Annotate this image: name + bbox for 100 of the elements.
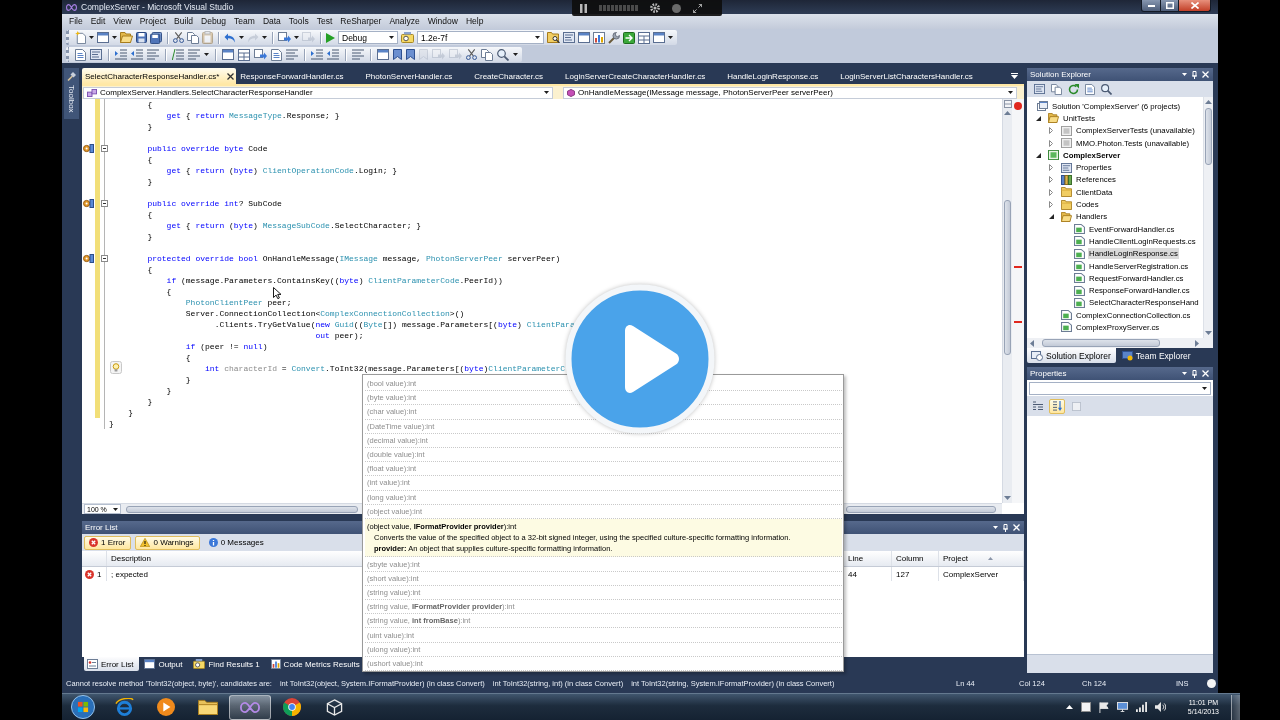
close-icon[interactable] bbox=[227, 72, 235, 80]
grid-window-icon[interactable] bbox=[238, 48, 250, 61]
up-arrow-icon[interactable] bbox=[1065, 705, 1073, 709]
configuration-dropdown[interactable]: Debug bbox=[338, 31, 398, 44]
monitor-icon[interactable] bbox=[1116, 702, 1128, 712]
collapsed-arrow-icon[interactable] bbox=[1049, 188, 1053, 196]
undo-icon[interactable] bbox=[224, 32, 236, 43]
lightbulb-icon[interactable] bbox=[110, 361, 122, 374]
collapsed-arrow-icon[interactable] bbox=[1049, 164, 1053, 172]
expanded-arrow-icon[interactable] bbox=[1036, 115, 1041, 121]
column-header[interactable]: Description bbox=[111, 554, 151, 563]
collapsed-arrow-icon[interactable] bbox=[1049, 139, 1053, 147]
taskbar-button[interactable] bbox=[229, 694, 271, 720]
indent-icon[interactable] bbox=[311, 49, 323, 60]
tab-list-icon[interactable] bbox=[1011, 73, 1018, 79]
caret-icon[interactable] bbox=[993, 526, 998, 529]
scroll-thumb[interactable] bbox=[1205, 108, 1212, 165]
down-arrow-icon[interactable] bbox=[1004, 496, 1011, 500]
document-tab[interactable]: SelectCharacterResponseHandler.cs* bbox=[82, 68, 237, 84]
settings-icon[interactable] bbox=[650, 3, 660, 13]
expanded-arrow-icon[interactable] bbox=[1049, 214, 1054, 220]
play-icon[interactable] bbox=[326, 32, 335, 43]
find-field[interactable]: 1.2e-7f bbox=[417, 31, 544, 44]
type-dropdown[interactable]: ComplexServer.Handlers.SelectCharacterResponseHandler bbox=[83, 86, 553, 99]
collapsed-arrow-icon[interactable] bbox=[1049, 201, 1053, 208]
pin-icon[interactable] bbox=[1003, 523, 1008, 532]
outdent-icon[interactable] bbox=[131, 49, 143, 60]
arrow-box-icon[interactable] bbox=[623, 31, 635, 44]
window-icon[interactable] bbox=[1080, 702, 1091, 712]
maximize-button[interactable] bbox=[1161, 0, 1179, 12]
caret-icon[interactable] bbox=[513, 53, 518, 56]
override-icon[interactable] bbox=[83, 254, 94, 263]
show-desktop-button[interactable] bbox=[1231, 694, 1240, 720]
speaker-icon[interactable] bbox=[1154, 702, 1166, 712]
document-tab[interactable]: ResponseForwardHandler.cs bbox=[236, 68, 362, 84]
menu-item[interactable]: Help bbox=[461, 14, 488, 29]
expanded-arrow-icon[interactable] bbox=[1036, 152, 1041, 158]
document-tab[interactable]: HandleLoginResponse.cs bbox=[723, 68, 837, 84]
comment-icon[interactable] bbox=[172, 49, 184, 60]
menu-item[interactable]: Team bbox=[230, 14, 259, 29]
down-arrow-icon[interactable] bbox=[1205, 331, 1212, 335]
left-arrow-icon[interactable] bbox=[1030, 339, 1034, 347]
pin-icon[interactable] bbox=[1192, 70, 1197, 79]
panel-tab[interactable]: Error List bbox=[84, 657, 140, 671]
save-icon[interactable] bbox=[136, 32, 147, 43]
caret-icon[interactable] bbox=[239, 36, 244, 39]
copy-icon[interactable] bbox=[187, 31, 199, 44]
panel-tab[interactable]: Solution Explorer bbox=[1027, 348, 1116, 363]
save-all-icon[interactable] bbox=[150, 31, 162, 44]
scrollbar[interactable] bbox=[1027, 338, 1213, 348]
menu-item[interactable]: Analyze bbox=[385, 14, 424, 29]
new-document-icon[interactable] bbox=[75, 31, 86, 44]
document-tab[interactable]: LoginServerListCharactersHandler.cs bbox=[836, 68, 991, 84]
menu-item[interactable]: Build bbox=[170, 14, 197, 29]
network-icon[interactable] bbox=[1135, 702, 1147, 712]
properties-icon[interactable] bbox=[90, 49, 102, 60]
fullscreen-icon[interactable] bbox=[693, 3, 702, 13]
column-header[interactable]: Line bbox=[848, 554, 864, 563]
grid-window-icon[interactable] bbox=[638, 31, 650, 44]
navigate-icon[interactable] bbox=[278, 32, 291, 43]
menu-item[interactable]: Tools bbox=[284, 14, 313, 29]
document-tab[interactable]: PhotonServerHandler.cs bbox=[361, 68, 471, 84]
menu-item[interactable]: Project bbox=[135, 14, 171, 29]
collapsed-arrow-icon[interactable] bbox=[1049, 127, 1053, 135]
menu-item[interactable]: Test bbox=[312, 14, 337, 29]
filter-button[interactable]: 1 Error bbox=[84, 535, 132, 550]
magnifier-icon[interactable] bbox=[497, 48, 509, 61]
bookmark-icon[interactable] bbox=[393, 49, 402, 60]
find-icon[interactable] bbox=[401, 32, 414, 43]
copy-icon[interactable] bbox=[481, 48, 493, 61]
start-button[interactable] bbox=[70, 695, 95, 719]
column-header[interactable]: Column bbox=[896, 554, 924, 563]
override-icon[interactable] bbox=[83, 144, 94, 153]
caret-icon[interactable] bbox=[294, 36, 299, 39]
scroll-thumb[interactable] bbox=[1042, 339, 1160, 347]
outdent-icon[interactable] bbox=[327, 49, 339, 60]
caret-icon[interactable] bbox=[89, 36, 94, 39]
filter-button[interactable]: 0 Messages bbox=[203, 535, 270, 550]
wrench-icon[interactable] bbox=[608, 31, 620, 44]
menu-item[interactable]: Data bbox=[258, 14, 285, 29]
refresh-icon[interactable] bbox=[1068, 83, 1079, 95]
document-icon[interactable] bbox=[271, 48, 282, 61]
caret-icon[interactable] bbox=[204, 53, 209, 56]
caret-icon[interactable] bbox=[112, 36, 117, 39]
collapse-icon[interactable] bbox=[101, 200, 108, 207]
circle-icon[interactable] bbox=[672, 3, 681, 13]
split-icon[interactable] bbox=[1003, 100, 1012, 108]
search-folder-icon[interactable] bbox=[547, 32, 560, 43]
stacked-documents-icon[interactable] bbox=[1051, 83, 1062, 95]
menu-item[interactable]: Edit bbox=[86, 14, 110, 29]
document-icon[interactable] bbox=[1085, 83, 1095, 95]
navigate-icon[interactable] bbox=[254, 49, 267, 60]
caret-icon[interactable] bbox=[668, 36, 673, 39]
flag-icon[interactable] bbox=[1098, 701, 1109, 713]
caret-icon[interactable] bbox=[262, 36, 267, 39]
panel-tab[interactable]: Find Results 1 bbox=[190, 657, 266, 671]
minimize-button[interactable] bbox=[1141, 0, 1161, 12]
menu-item[interactable]: ReSharper bbox=[336, 14, 386, 29]
scrollbar[interactable] bbox=[1203, 97, 1213, 338]
panel-tab[interactable]: Output bbox=[141, 657, 189, 671]
